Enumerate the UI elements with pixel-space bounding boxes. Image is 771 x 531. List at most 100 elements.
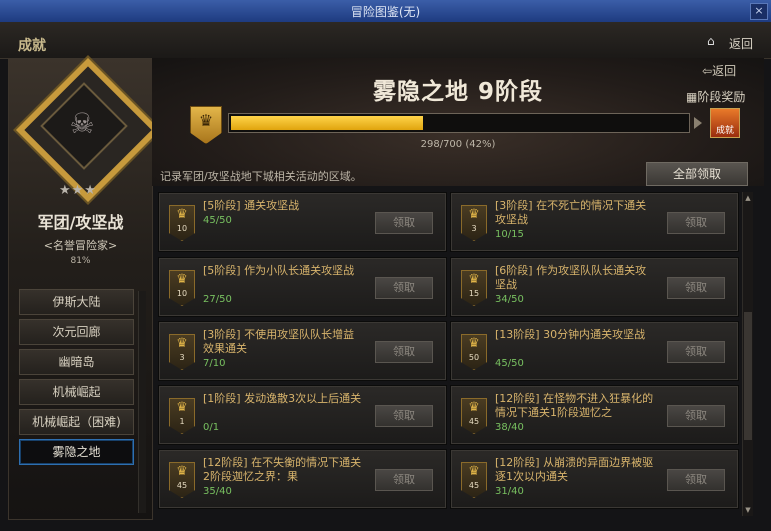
trophy-icon: ♛ 10 (169, 270, 195, 306)
achievement-title: [12阶段] 从崩溃的异面边界被驱逐1次以内通关 (495, 456, 654, 483)
menu-item-isy[interactable]: 伊斯大陆 (19, 289, 134, 315)
achievement-points: 10 (176, 224, 188, 233)
achievement-title: [1阶段] 发动逸散3次以上后通关 (203, 392, 362, 405)
achievement-card: ♛ 50 [13阶段] 30分钟内通关攻坚战 45/50 领取 (450, 321, 739, 381)
achievement-points: 45 (468, 417, 480, 426)
claim-all-button[interactable]: 全部领取 (646, 162, 748, 186)
trophy-cup-icon: ♛ (176, 207, 188, 222)
achievement-points: 10 (176, 289, 188, 298)
achievement-title: [6阶段] 作为攻坚队队长通关攻坚战 (495, 264, 647, 291)
trophy-icon: ♛ 1 (169, 398, 195, 434)
achievement-title: [3阶段] 不使用攻坚队队长增益效果通关 (203, 328, 355, 355)
progress-bar (228, 113, 690, 133)
menu-item-dimension[interactable]: 次元回廊 (19, 319, 134, 345)
claim-button[interactable]: 领取 (667, 341, 725, 363)
claim-button[interactable]: 领取 (667, 277, 725, 299)
achievement-title: [3阶段] 在不死亡的情况下通关攻坚战 (495, 199, 647, 226)
achievement-grid: ♛ 10 [5阶段] 通关攻坚战 45/50 领取 ♛ 3 [3阶段] 在不死亡的情况下通关攻… (158, 192, 740, 516)
scroll-up-icon[interactable]: ▲ (744, 193, 752, 203)
menu-scrollbar[interactable] (138, 291, 146, 513)
trophy-cup-icon: ♛ (176, 272, 188, 287)
claim-button[interactable]: 领取 (667, 405, 725, 427)
menu-item-dark-island[interactable]: 幽暗岛 (19, 349, 134, 375)
achievement-title: [13阶段] 30分钟内通关攻坚战 (495, 328, 646, 341)
category-name: 军团/攻坚战 (37, 213, 124, 232)
category-percent: 81% (70, 256, 91, 266)
claim-button[interactable]: 领取 (375, 469, 433, 491)
scroll-thumb[interactable] (744, 312, 752, 440)
trophy-icon: ♛ 3 (169, 334, 195, 370)
achievement-count: 31/40 (495, 486, 524, 497)
main-panel: ⇦返回 ▦阶段奖励 雾隐之地 9阶段 ♛ 成就 298/700 (42%) 记录… (152, 58, 764, 518)
achievement-card: ♛ 1 [1阶段] 发动逸散3次以上后通关 0/1 领取 (158, 385, 447, 445)
achievement-card: ♛ 10 [5阶段] 通关攻坚战 45/50 领取 (158, 192, 447, 252)
claim-button[interactable]: 领取 (375, 212, 433, 234)
menu-item-fog-land[interactable]: 雾隐之地 (19, 439, 134, 465)
trophy-icon: ♛ 10 (169, 205, 195, 241)
trophy-cup-icon: ♛ (176, 400, 188, 415)
achievement-count: 0/1 (203, 422, 220, 433)
area-banner: ⇦返回 ▦阶段奖励 雾隐之地 9阶段 ♛ 成就 298/700 (42%) 记录… (152, 58, 764, 186)
scroll-down-icon[interactable]: ▼ (744, 505, 752, 515)
adventure-codex-window: 冒险图鉴(无) × 成就 ⌂ 返回 ☠ ★★★ 军团/攻坚战 <名誉冒险家> 8… (0, 0, 771, 531)
window-title: 冒险图鉴(无) (350, 5, 421, 19)
trophy-cup-icon: ♛ (468, 400, 480, 415)
rank-stars: ★★★ (59, 183, 97, 198)
reward-icon[interactable]: 成就 (710, 108, 740, 138)
area-description: 记录军团/攻坚战地下城相关活动的区域。 (160, 170, 362, 183)
achievement-card: ♛ 3 [3阶段] 不使用攻坚队队长增益效果通关 7/10 领取 (158, 321, 447, 381)
achievement-count: 35/40 (203, 486, 232, 497)
trophy-icon: ♛ 45 (169, 462, 195, 498)
achievement-points: 3 (471, 224, 477, 233)
achievement-count: 34/50 (495, 294, 524, 305)
achievement-title: [12阶段] 在怪物不进入狂暴化的情况下通关1阶段迦忆之 (495, 392, 654, 419)
claim-button[interactable]: 领取 (375, 405, 433, 427)
achievement-card: ♛ 45 [12阶段] 在不失衡的情况下通关2阶段迦忆之界：果 35/40 领取 (158, 449, 447, 509)
achievement-card: ♛ 15 [6阶段] 作为攻坚队队长通关攻坚战 34/50 领取 (450, 257, 739, 317)
achievement-count: 38/40 (495, 422, 524, 433)
trophy-icon: ♛ 45 (461, 462, 487, 498)
achievement-card: ♛ 45 [12阶段] 在怪物不进入狂暴化的情况下通关1阶段迦忆之 38/40 领取 (450, 385, 739, 445)
menu-item-mech-hard[interactable]: 机械崛起（困难) (19, 409, 134, 435)
title-bar[interactable]: 冒险图鉴(无) × (0, 0, 771, 23)
category-rank: <名誉冒险家> (43, 239, 118, 252)
achievement-card: ♛ 45 [12阶段] 从崩溃的异面边界被驱逐1次以内通关 31/40 领取 (450, 449, 739, 509)
close-button[interactable]: × (750, 3, 768, 20)
achievement-card: ♛ 3 [3阶段] 在不死亡的情况下通关攻坚战 10/15 领取 (450, 192, 739, 252)
arrow-right-icon (694, 117, 702, 129)
back-button[interactable]: 返回 (729, 35, 753, 52)
achievement-points: 45 (468, 481, 480, 490)
menu-item-mech[interactable]: 机械崛起 (19, 379, 134, 405)
claim-button[interactable]: 领取 (667, 212, 725, 234)
claim-button[interactable]: 领取 (667, 469, 725, 491)
home-icon[interactable]: ⌂ (707, 34, 715, 48)
trophy-icon: ♛ 50 (461, 334, 487, 370)
trophy-cup-icon: ♛ (468, 336, 480, 351)
achievement-count: 45/50 (203, 215, 232, 226)
achievement-points: 1 (179, 417, 185, 426)
trophy-icon: ♛ 3 (461, 205, 487, 241)
trophy-cup-icon: ♛ (468, 464, 480, 479)
trophy-cup-icon: ♛ (176, 464, 188, 479)
achievement-count: 45/50 (495, 358, 524, 369)
achievement-count: 10/15 (495, 229, 524, 240)
achievement-count: 7/10 (203, 358, 226, 369)
progress-text: 298/700 (42%) (420, 139, 496, 150)
achievement-title: [12阶段] 在不失衡的情况下通关2阶段迦忆之界：果 (203, 456, 362, 483)
trophy-cup-icon: ♛ (176, 336, 188, 351)
trophy-cup-icon: ♛ (468, 272, 480, 287)
category-panel: ☠ ★★★ 军团/攻坚战 <名誉冒险家> 81% 伊斯大陆 次元回廊 幽暗岛 机… (8, 57, 161, 520)
trophy-icon: ♛ 15 (461, 270, 487, 306)
section-header: 成就 ⌂ 返回 (0, 22, 771, 59)
achievement-scrollbar[interactable]: ▲ ▼ (742, 192, 753, 516)
claim-button[interactable]: 领取 (375, 341, 433, 363)
achievement-points: 45 (176, 481, 188, 490)
demon-crest-icon: ☠ (69, 107, 95, 140)
trophy-cup-icon: ♛ (468, 207, 480, 222)
progress-bar-fill (231, 116, 423, 130)
achievement-title: [5阶段] 作为小队长通关攻坚战 (203, 264, 355, 277)
section-title: 成就 (18, 38, 46, 54)
area-menu: 伊斯大陆 次元回廊 幽暗岛 机械崛起 机械崛起（困难) 雾隐之地 (19, 289, 146, 469)
achievement-points: 15 (468, 289, 480, 298)
claim-button[interactable]: 领取 (375, 277, 433, 299)
